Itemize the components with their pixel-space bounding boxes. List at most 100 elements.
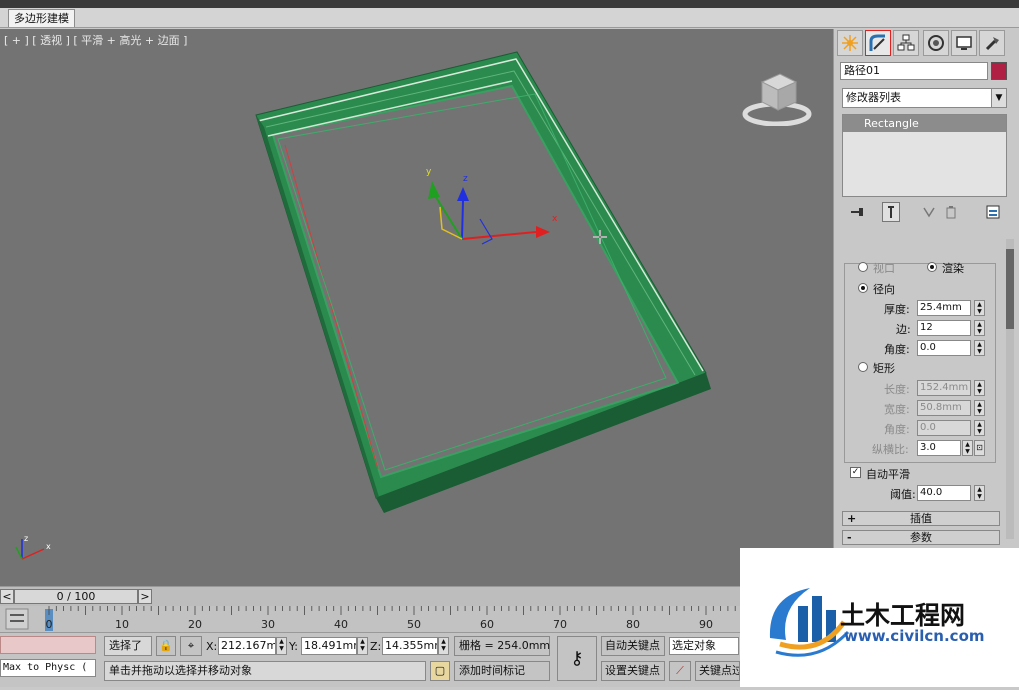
auto-key-button[interactable]: 自动关键点 (601, 636, 665, 656)
make-unique-icon[interactable] (920, 202, 938, 222)
render-radio[interactable] (927, 262, 937, 272)
svg-text:x: x (46, 542, 51, 551)
tab-polygon-modeling[interactable]: 多边形建模 (8, 9, 75, 27)
thickness-field[interactable]: 25.4mm (917, 300, 971, 316)
add-time-tag-button[interactable]: 添加时间标记 (454, 661, 550, 681)
maxscript-mini-listener[interactable]: Max to Physc ( (0, 659, 96, 677)
pin-stack-icon[interactable] (848, 202, 866, 222)
viewport-label[interactable]: [ + ] [ 透视 ] [ 平滑 + 高光 + 边面 ] (4, 32, 187, 48)
rect-angle-field[interactable]: 0.0 (917, 420, 971, 436)
create-tab[interactable] (837, 30, 863, 56)
angle-label: 角度: (884, 343, 910, 356)
title-bar (0, 0, 1019, 8)
timeline-tick-label: 40 (334, 618, 348, 631)
configure-modifier-sets-icon[interactable] (984, 202, 1002, 222)
radial-radio[interactable] (858, 283, 868, 293)
transform-mode-icon[interactable]: ⌖ (180, 636, 202, 656)
angle-field[interactable]: 0.0 (917, 340, 971, 356)
next-frame-button[interactable]: > (138, 589, 152, 604)
stack-item-rectangle[interactable]: Rectangle (843, 115, 1006, 132)
viewcube-icon[interactable] (742, 64, 812, 126)
thickness-label: 厚度: (884, 303, 910, 316)
rect-angle-spinner[interactable]: ▲ ▼ (974, 420, 985, 436)
auto-smooth-checkbox[interactable]: ✓ (850, 467, 861, 478)
hierarchy-tab[interactable] (893, 30, 919, 56)
thickness-spinner[interactable]: ▲ ▼ (974, 300, 985, 316)
aspect-spinner[interactable]: ▲ ▼ (962, 440, 973, 456)
tangent-icon[interactable]: ⟋ (669, 661, 691, 681)
svg-text:z: z (24, 534, 28, 543)
y-spinner[interactable]: ▲ ▼ (357, 637, 368, 655)
z-coord-field[interactable]: 14.355mm (382, 637, 438, 655)
scene-canvas[interactable]: x z y z x (0, 29, 833, 586)
parameters-rollout-header[interactable]: - 参数 (842, 530, 1000, 545)
sides-field[interactable]: 12 (917, 320, 971, 336)
motion-tab[interactable] (923, 30, 949, 56)
brand-url: www.civilcn.com (844, 627, 985, 645)
interpolation-rollout-header[interactable]: + 插值 (842, 511, 1000, 526)
selection-count: 选择了 (104, 636, 152, 656)
modify-tab[interactable] (865, 30, 891, 56)
stack-toolbar (842, 202, 1007, 224)
panel-scroll-thumb[interactable] (1006, 249, 1014, 329)
utilities-tab[interactable] (979, 30, 1005, 56)
prev-frame-button[interactable]: < (0, 589, 14, 604)
timeline-tick-label: 80 (626, 618, 640, 631)
length-spinner[interactable]: ▲ ▼ (974, 380, 985, 396)
aspect-field[interactable]: 3.0 (917, 440, 961, 456)
remove-modifier-icon[interactable] (942, 202, 960, 222)
perspective-viewport[interactable]: x z y z x [ + ] [ 透视 ] [ 平滑 + 高光 + 边面 ] (0, 29, 833, 586)
time-slider-thumb[interactable]: 0 / 100 (14, 589, 138, 604)
svg-text:x: x (552, 214, 558, 224)
utilities-icon (985, 37, 999, 51)
sides-spinner[interactable]: ▲ ▼ (974, 320, 985, 336)
width-field[interactable]: 50.8mm (917, 400, 971, 416)
status-bar: Max to Physc ( 选择了 🔒 ⌖ X: 212.167mr ▲ ▼ Y… (0, 632, 740, 687)
radial-label: 径向 (873, 283, 895, 296)
angle-spinner[interactable]: ▲ ▼ (974, 340, 985, 356)
threshold-field[interactable]: 40.0 (917, 485, 971, 501)
key-filters-button[interactable]: 关键点过 (695, 661, 740, 681)
maxscript-listener-red[interactable] (0, 636, 96, 654)
x-coord-field[interactable]: 212.167mr (218, 637, 276, 655)
set-key-icon[interactable]: ⚷ (557, 636, 597, 681)
modifier-list-label: 修改器列表 (846, 91, 901, 104)
length-label: 长度: (884, 383, 910, 396)
lock-selection-icon[interactable]: 🔒 (156, 636, 176, 656)
y-label: Y: (289, 640, 298, 653)
render-radio-label: 渲染 (942, 262, 964, 275)
show-end-result-icon[interactable] (882, 202, 900, 222)
width-spinner[interactable]: ▲ ▼ (974, 400, 985, 416)
object-color-swatch[interactable] (991, 62, 1007, 80)
lock-aspect-icon[interactable]: ⊡ (974, 440, 985, 456)
viewport-radio[interactable] (858, 262, 868, 272)
set-key-button[interactable]: 设置关键点 (601, 661, 665, 681)
sides-label: 边: (896, 323, 911, 336)
rectangular-radio[interactable] (858, 362, 868, 372)
timeline-tick-label: 70 (553, 618, 567, 631)
viewport-radio-label: 视口 (873, 262, 895, 275)
time-slider[interactable]: < 0 / 100 > (0, 586, 740, 606)
modifier-stack[interactable]: Rectangle (842, 114, 1007, 197)
timeline-tick-label: 50 (407, 618, 421, 631)
length-field[interactable]: 152.4mm (917, 380, 971, 396)
track-ruler[interactable]: 0 10 20 30 40 50 60 70 80 90 (0, 606, 740, 632)
time-tag-icon[interactable]: ▢ (430, 661, 450, 681)
y-coord-field[interactable]: 18.491mm (301, 637, 357, 655)
z-spinner[interactable]: ▲ ▼ (438, 637, 449, 655)
auto-smooth-label: 自动平滑 (866, 468, 910, 481)
create-icon (842, 35, 858, 51)
command-panel: 路径01 修改器列表 ▼ Rectangle 视口 渲染 径向 厚度: 25.4… (833, 29, 1019, 549)
x-spinner[interactable]: ▲ ▼ (276, 637, 287, 655)
threshold-spinner[interactable]: ▲ ▼ (974, 485, 985, 501)
timeline-tick-label: 60 (480, 618, 494, 631)
object-name-field[interactable]: 路径01 (840, 62, 988, 80)
display-tab[interactable] (951, 30, 977, 56)
track-bar[interactable]: 0 10 20 30 40 50 60 70 80 90 (0, 606, 740, 632)
modify-icon (869, 34, 885, 51)
motion-icon (928, 35, 944, 51)
chevron-down-icon[interactable]: ▼ (991, 89, 1006, 107)
selection-set-dropdown[interactable]: 选定对象 (669, 637, 739, 655)
modifier-list-dropdown[interactable]: 修改器列表 ▼ (842, 88, 1007, 108)
watermark-logo: 土木工程网 www.civilcn.com (740, 548, 1019, 687)
